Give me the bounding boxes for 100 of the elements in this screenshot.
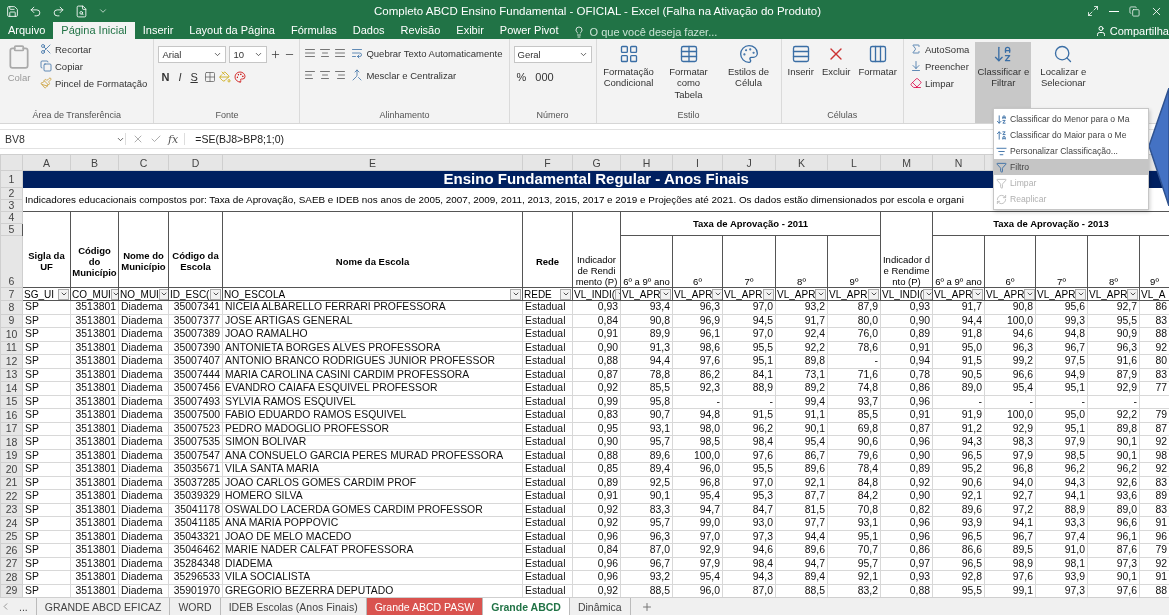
table-cell: 86 [1139,300,1169,314]
table-cell: 35007456 [168,381,223,395]
filter-dropdown-button[interactable] [660,288,672,300]
filter-dropdown-button[interactable] [1024,288,1035,300]
column-header[interactable]: E [222,154,523,171]
table-cell: 92,7 [1087,300,1140,314]
table-cell: 73,1 [775,368,828,382]
table-cell: - [1035,395,1088,409]
table-cell: Diadema [118,300,169,314]
column-header[interactable]: H [620,154,673,171]
cut-button[interactable]: Recortar [38,42,150,56]
filter-dropdown-button[interactable] [110,288,118,300]
filter-dropdown-button[interactable] [972,288,984,300]
filter-dropdown-button[interactable] [510,288,521,300]
print-preview-icon [75,4,88,18]
filter-dropdown-button[interactable] [210,288,221,300]
sheet-tab[interactable]: Grande ABCD [483,598,570,615]
copy-button[interactable]: Copiar [38,59,150,73]
menu-tab[interactable]: Inserir [134,22,182,39]
column-header[interactable]: L [827,154,881,171]
table-cell: 87,7 [775,489,828,503]
name-box[interactable]: BV8 [0,133,126,145]
table-cell: 85,5 [620,381,673,395]
column-header[interactable]: J [722,154,776,171]
column-header[interactable]: K [775,154,828,171]
insert-function-button[interactable]: fx [168,132,179,146]
font-size-field[interactable]: 10 [229,46,268,63]
menu-tab[interactable]: Dados [344,22,393,39]
editing-button[interactable]: Preencher [907,59,972,73]
menu-item[interactable]: Personalizar Classificação... [994,143,1148,159]
filter-dropdown-button[interactable] [58,288,69,300]
table-cell: - [984,395,1036,409]
underline-button[interactable]: S [187,71,201,83]
percent-button[interactable]: % [513,71,530,83]
column-header[interactable]: C [118,154,169,171]
column-header[interactable]: B [70,154,119,171]
menu-tab[interactable]: Revisão [392,22,449,39]
filter-dropdown-button[interactable] [923,288,932,300]
column-header[interactable]: G [572,154,621,171]
merge-center-button[interactable]: Mesclar e Centralizar [349,68,459,82]
row-number[interactable]: 6 [0,235,23,288]
tell-me-field[interactable]: O que você deseja fazer... [587,24,762,39]
thousands-button[interactable]: 000 [532,71,557,83]
sheet-tab[interactable]: IDEB Escolas (Anos Finais) [220,598,367,615]
format-painter-button[interactable]: Pincel de Formatação [38,76,150,90]
column-header[interactable]: I [672,154,723,171]
filter-dropdown-button[interactable] [712,288,722,300]
filter-dropdown-button[interactable] [158,288,168,300]
column-header[interactable]: F [522,154,573,171]
minimize-icon[interactable] [1109,10,1119,12]
filter-dropdown-button[interactable] [1075,288,1087,300]
filter-dropdown-button[interactable] [763,288,774,300]
wrap-text-button[interactable]: Quebrar Texto Automaticamente [349,46,505,60]
editing-button[interactable]: Limpar [907,76,972,90]
style-button[interactable]: Estilos de Célula [720,42,777,110]
italic-button[interactable]: I [175,71,185,83]
menu-tab[interactable]: Layout da Página [181,22,283,39]
table-cell: SP [22,543,71,557]
menu-item-icon [996,145,1007,157]
table-cell: 89 [1139,489,1169,503]
menu-tab[interactable]: Arquivo [0,22,54,39]
sheet-tab[interactable]: WORD [170,598,221,615]
table-cell: JOSE ARTIGAS GENERAL [222,314,523,328]
table-cell: FABIO EDUARDO RAMOS ESQUIVEL [222,408,523,422]
table-cell: 78,6 [827,341,881,355]
column-header[interactable]: N [932,154,985,171]
more-tabs-button[interactable]: ... [11,598,37,615]
filter-dropdown-button[interactable] [1127,288,1139,300]
sheet-tab[interactable]: GRANDE ABCD EFICAZ [36,598,171,615]
filter-dropdown-button[interactable] [815,288,827,300]
bold-button[interactable]: N [158,71,173,83]
cells-button[interactable]: Formatar [856,42,899,110]
column-header[interactable]: D [168,154,223,171]
style-button[interactable]: Formatação Condicional [600,42,657,110]
menu-tab[interactable]: Página Inicial [53,22,135,39]
column-header[interactable]: M [880,154,933,171]
table-cell: 93,2 [775,300,828,314]
cells-button[interactable]: Inserir [785,42,816,110]
filter-dropdown-button[interactable] [868,288,879,300]
table-cell: 0,89 [880,462,933,476]
share-button[interactable]: Compartilha [1090,23,1169,39]
style-icon [618,44,639,64]
style-button[interactable]: Formatar como Tabela [660,42,717,110]
table-cell: 81,5 [775,503,828,517]
sheet-tab[interactable]: Grande ABCD PASW [366,598,484,615]
table-cell: 0,90 [880,449,933,463]
cells-button[interactable]: Excluir [819,42,853,110]
menu-tab[interactable]: Fórmulas [282,22,345,39]
column-header[interactable]: A [22,154,71,171]
sheet-tab[interactable]: Dinâmica [569,598,631,615]
font-family-field[interactable]: Arial [158,46,227,63]
number-format-field[interactable]: Geral [513,46,592,63]
ribbon-display-icon [1087,5,1099,17]
menu-item[interactable]: Filtro [994,159,1148,175]
filter-dropdown-button[interactable] [560,288,571,300]
table-cell: 0,84 [572,543,621,557]
menu-tab[interactable]: Exibir [448,22,492,39]
menu-tab[interactable]: Power Pivot [491,22,567,39]
table-cell: 94,8 [1035,327,1088,341]
editing-button[interactable]: AutoSoma [907,42,972,56]
